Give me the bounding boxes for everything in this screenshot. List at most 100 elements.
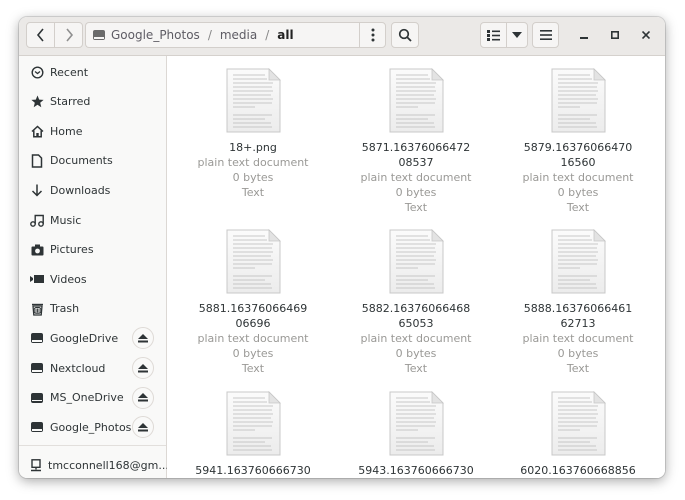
eject-icon <box>138 393 148 402</box>
sidebar-item-label: MS_OneDrive <box>50 391 124 405</box>
text-file-icon <box>225 229 281 295</box>
eject-button[interactable] <box>132 416 154 439</box>
search-icon <box>398 28 412 42</box>
star-icon <box>30 95 44 109</box>
text-file-icon <box>550 391 606 457</box>
view-options-dropdown[interactable] <box>505 23 527 47</box>
sidebar-mount-googledrive[interactable]: GoogleDrive <box>19 324 166 352</box>
file-type: plain text document <box>197 332 309 345</box>
eject-icon <box>138 363 148 372</box>
sidebar-mount-nextcloud[interactable]: Nextcloud <box>19 354 166 382</box>
sidebar-item-label: Nextcloud <box>50 361 106 375</box>
chevron-right-icon <box>65 28 73 42</box>
file-manager-window: Google_Photos / media / all Recent Starr… <box>19 17 665 478</box>
file-type: plain text document <box>197 156 309 169</box>
file-type: plain text document <box>360 332 472 345</box>
chevron-left-icon <box>36 28 44 42</box>
file-type: plain text document <box>522 171 634 184</box>
sidebar-item-label: Starred <box>50 95 91 109</box>
sidebar-mount-ms-onedrive[interactable]: MS_OneDrive <box>19 384 166 412</box>
eject-button[interactable] <box>132 327 154 350</box>
file-item[interactable]: 5871.16376066472 08537 plain text documen… <box>341 68 491 215</box>
maximize-icon <box>611 31 619 39</box>
sidebar-item-label: Recent <box>50 65 89 79</box>
sidebar-item-label: Trash <box>50 302 80 316</box>
music-icon <box>30 213 44 227</box>
file-name: 18+.png <box>229 141 277 154</box>
file-kind: Text <box>241 186 265 199</box>
sidebar-network-account[interactable]: tmcconnell168@gm... <box>19 451 169 478</box>
sidebar-item-documents[interactable]: Documents <box>19 147 166 175</box>
text-file-icon <box>388 68 444 134</box>
file-size: 0 bytes <box>232 171 274 184</box>
sidebar-item-videos[interactable]: Videos <box>19 265 166 293</box>
sidebar-item-home[interactable]: Home <box>19 117 166 145</box>
drive-icon <box>93 30 105 40</box>
minimize-icon <box>580 37 588 39</box>
path-segment-all[interactable]: all <box>277 28 293 42</box>
forward-button[interactable] <box>54 23 82 47</box>
file-item[interactable]: 6020.163760668856 <box>503 391 653 478</box>
sidebar-item-label: Music <box>50 213 82 227</box>
back-button[interactable] <box>27 23 54 47</box>
file-size: 0 bytes <box>557 186 599 199</box>
list-view-button[interactable] <box>481 23 506 47</box>
camera-icon <box>30 243 44 257</box>
file-item[interactable]: 5888.16376066461 62713 plain text documen… <box>503 229 653 376</box>
header-bar: Google_Photos / media / all <box>19 17 665 56</box>
file-item[interactable]: 5882.16376066468 65053 plain text documen… <box>341 229 491 376</box>
sidebar-item-recent[interactable]: Recent <box>19 58 166 86</box>
text-file-icon <box>388 229 444 295</box>
close-icon <box>642 31 650 39</box>
more-options-button[interactable] <box>359 22 386 48</box>
sidebar-item-pictures[interactable]: Pictures <box>19 236 166 264</box>
sidebar-item-label: Downloads <box>50 183 111 197</box>
list-view-icon <box>486 29 500 41</box>
view-toggle-group <box>480 22 528 48</box>
file-name: 5879.16376066470 16560 <box>523 141 633 169</box>
file-name: 5871.16376066472 08537 <box>361 141 471 169</box>
download-icon <box>30 183 44 197</box>
drive-icon <box>30 420 44 434</box>
file-name: 6020.163760668856 <box>520 464 636 477</box>
file-type: plain text document <box>522 332 634 345</box>
path-segment-media[interactable]: media <box>220 28 257 42</box>
eject-button[interactable] <box>132 386 154 409</box>
search-button[interactable] <box>391 22 419 48</box>
sidebar-item-downloads[interactable]: Downloads <box>19 176 166 204</box>
file-name: 5941.163760666730 <box>195 464 311 477</box>
path-separator: / <box>207 28 212 42</box>
file-kind: Text <box>566 362 590 375</box>
file-kind: Text <box>404 201 428 214</box>
eject-button[interactable] <box>132 357 154 379</box>
file-item[interactable]: 18+.png plain text document 0 bytes Text <box>178 68 328 200</box>
file-kind: Text <box>566 201 590 214</box>
sidebar-item-music[interactable]: Music <box>19 206 166 234</box>
sidebar-mount-google-photos[interactable]: Google_Photos <box>19 413 166 441</box>
path-segment-google-photos[interactable]: Google_Photos <box>111 28 200 42</box>
file-size: 0 bytes <box>395 347 437 360</box>
drive-icon <box>30 361 44 375</box>
file-item[interactable]: 5943.163760666730 <box>341 391 491 478</box>
close-button[interactable] <box>636 25 656 45</box>
file-kind: Text <box>404 362 428 375</box>
caret-down-icon <box>511 32 522 38</box>
vertical-dots-icon <box>371 28 374 42</box>
sidebar-item-trash[interactable]: Trash <box>19 295 166 323</box>
file-size: 0 bytes <box>395 186 437 199</box>
file-item[interactable]: 5879.16376066470 16560 plain text documen… <box>503 68 653 215</box>
main-menu-button[interactable] <box>532 22 559 48</box>
sidebar-item-label: Pictures <box>50 243 94 257</box>
file-grid: 18+.png plain text document 0 bytes Text <box>167 56 665 478</box>
sidebar-item-starred[interactable]: Starred <box>19 88 166 116</box>
file-kind: Text <box>241 362 265 375</box>
minimize-button[interactable] <box>574 25 594 45</box>
text-file-icon <box>550 68 606 134</box>
home-icon <box>30 124 44 138</box>
video-icon <box>30 272 44 286</box>
sidebar-item-label: GoogleDrive <box>50 331 119 345</box>
file-item[interactable]: 5941.163760666730 <box>178 391 328 478</box>
maximize-button[interactable] <box>605 25 625 45</box>
file-item[interactable]: 5881.16376066469 06696 plain text documen… <box>178 229 328 376</box>
file-name: 5943.163760666730 <box>358 464 474 477</box>
